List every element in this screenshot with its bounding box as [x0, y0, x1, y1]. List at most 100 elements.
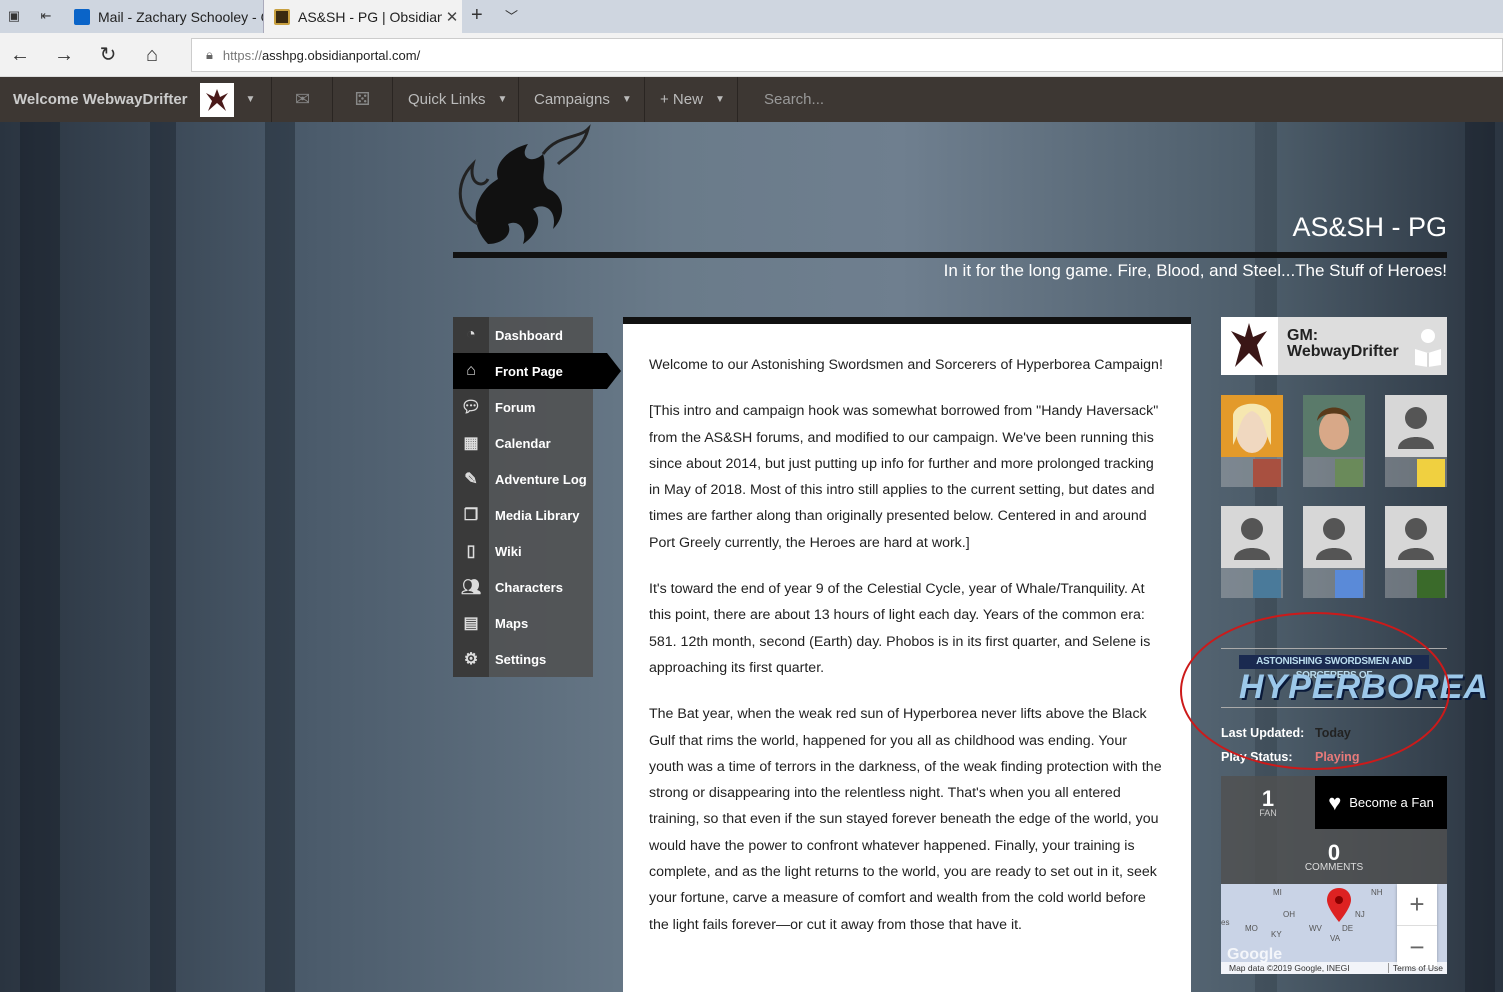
wiki-icon: ▯: [453, 533, 489, 569]
chevron-down-icon[interactable]: ﹀: [505, 6, 518, 25]
sidebar-item-forum[interactable]: 💬︎ Forum: [453, 389, 593, 425]
forward-icon[interactable]: →: [52, 43, 76, 67]
site-top-nav: Welcome WebwayDrifter ▼ ✉ ⚄ Quick Links …: [0, 77, 1503, 122]
campaign-title: AS&SH - PG: [1292, 212, 1447, 242]
refresh-icon[interactable]: ↻: [96, 43, 120, 67]
chevron-down-icon: ▼: [621, 94, 632, 105]
map-label: OH: [1283, 910, 1295, 919]
character-avatar: [1303, 395, 1365, 457]
campaigns-label: Campaigns: [534, 91, 610, 108]
adventure-log-icon: ✎: [453, 461, 489, 497]
chevron-down-icon: ▼: [714, 94, 725, 105]
tab-mail[interactable]: Mail - Zachary Schooley - O: [64, 0, 264, 33]
home-icon[interactable]: ⌂: [140, 43, 164, 67]
sidebar-item-label: Characters: [495, 579, 563, 595]
quick-links-label: Quick Links: [408, 91, 486, 108]
chevron-down-icon: ▼: [245, 94, 256, 105]
search-input[interactable]: Search...: [739, 77, 1039, 122]
lock-icon: 🔒︎: [206, 47, 213, 62]
campaigns-menu[interactable]: Campaigns ▼: [519, 77, 645, 122]
set-aside-tabs-icon[interactable]: ⇤: [38, 8, 54, 24]
header-divider: [453, 252, 1447, 258]
character-avatar-placeholder: [1385, 395, 1447, 457]
sidebar-item-media-library[interactable]: ❐ Media Library: [453, 497, 593, 533]
player-avatar: [1253, 459, 1281, 487]
background-tree: [20, 122, 60, 992]
new-menu[interactable]: + New ▼: [645, 77, 738, 122]
search-placeholder: Search...: [764, 91, 825, 108]
content-paragraph: Welcome to our Astonishing Swordsmen and…: [649, 357, 1163, 373]
close-tab-icon[interactable]: ✕: [442, 8, 462, 26]
tab-overview-icon[interactable]: ▣: [6, 8, 22, 24]
obsidian-portal-icon: [274, 8, 290, 25]
sidebar-item-label: Wiki: [495, 543, 522, 559]
terms-of-use-link[interactable]: Terms of Use: [1387, 963, 1443, 973]
character-avatar-placeholder: [1221, 506, 1283, 568]
sidebar-item-label: Calendar: [495, 435, 551, 451]
become-fan-button[interactable]: ♥ Become a Fan: [1315, 776, 1447, 829]
map-label: MO: [1245, 924, 1258, 933]
map-label: es: [1221, 918, 1230, 927]
messages-icon[interactable]: ✉: [273, 77, 333, 122]
sidebar-item-wiki[interactable]: ▯ Wiki: [453, 533, 593, 569]
sidebar-item-label: Media Library: [495, 507, 580, 523]
sidebar-item-front-page[interactable]: ⌂ Front Page: [453, 353, 621, 389]
sidebar-item-label: Front Page: [495, 363, 563, 379]
sidebar-item-settings[interactable]: ⚙ Settings: [453, 641, 593, 677]
tab-obsidian[interactable]: AS&SH - PG | Obsidian ✕: [264, 0, 462, 33]
become-fan-label: Become a Fan: [1349, 795, 1434, 810]
forum-icon: 💬︎: [453, 389, 489, 425]
map-label: DE: [1342, 924, 1354, 933]
player-avatar: [1335, 570, 1363, 598]
character-avatar-placeholder: [1385, 506, 1447, 568]
map-label: VA: [1330, 934, 1341, 943]
player-card[interactable]: [1221, 506, 1283, 598]
sidebar-item-characters[interactable]: 👥︎ Characters: [453, 569, 593, 605]
content-paragraph: It's toward the end of year 9 of the Cel…: [649, 581, 1151, 676]
character-avatar: [1221, 395, 1283, 457]
player-avatar: [1253, 570, 1281, 598]
back-icon[interactable]: ←: [8, 43, 32, 67]
new-label: + New: [660, 91, 703, 108]
map-pin-icon[interactable]: [1327, 888, 1351, 922]
gm-reader-icon: [1413, 327, 1443, 367]
sidebar-item-calendar[interactable]: ▦ Calendar: [453, 425, 593, 461]
map-zoom-controls: + −: [1397, 884, 1437, 968]
player-card[interactable]: [1385, 395, 1447, 487]
player-card[interactable]: [1303, 395, 1365, 487]
sidebar-item-dashboard[interactable]: ◔ Dashboard: [453, 317, 593, 353]
sidebar-item-maps[interactable]: ▤ Maps: [453, 605, 593, 641]
map-label: MI: [1273, 888, 1282, 897]
sidebar-item-label: Dashboard: [495, 327, 563, 343]
map-label: NH: [1371, 888, 1383, 897]
player-card[interactable]: [1221, 395, 1283, 487]
gm-card[interactable]: GM: WebwayDrifter: [1221, 317, 1447, 375]
player-card[interactable]: [1303, 506, 1365, 598]
user-menu[interactable]: Welcome WebwayDrifter ▼: [0, 77, 272, 122]
map-data-credit: Map data ©2019 Google, INEGI: [1229, 963, 1350, 973]
sidebar-item-adventure-log[interactable]: ✎ Adventure Log: [453, 461, 593, 497]
background-tree: [265, 122, 295, 992]
front-page-content: Welcome to our Astonishing Swordsmen and…: [623, 317, 1191, 992]
campaign-nav: ◔ Dashboard ⌂ Front Page 💬︎ Forum ▦ Calendar…: [453, 317, 621, 677]
maps-icon: ▤: [453, 605, 489, 641]
browser-address-bar: ← → ↻ ⌂ 🔒︎ https://asshpg.obsidianportal…: [0, 33, 1503, 77]
quick-links-menu[interactable]: Quick Links ▼: [393, 77, 519, 122]
gm-name: WebwayDrifter: [1287, 343, 1399, 360]
dice-icon[interactable]: ⚄: [333, 77, 393, 122]
url-field[interactable]: 🔒︎ https://asshpg.obsidianportal.com/: [191, 38, 1503, 72]
new-tab-icon[interactable]: +: [471, 4, 483, 27]
fans-panel: 1 FAN ♥ Become a Fan 0 COMMENTS: [1221, 776, 1447, 884]
chevron-down-icon: ▼: [497, 94, 508, 105]
sidebar-item-label: Maps: [495, 615, 529, 631]
campaign-map[interactable]: MI NH OH NJ KY WV VA DE MO es + − Google…: [1221, 884, 1447, 974]
zoom-in-button[interactable]: +: [1397, 884, 1437, 926]
player-card[interactable]: [1385, 506, 1447, 598]
fan-label: FAN: [1259, 808, 1277, 818]
map-label: NJ: [1355, 910, 1365, 919]
avatar: [199, 82, 234, 117]
outlook-icon: [74, 8, 90, 25]
calendar-icon: ▦: [453, 425, 489, 461]
sidebar-item-label: Forum: [495, 399, 536, 415]
background-tree: [150, 122, 176, 992]
